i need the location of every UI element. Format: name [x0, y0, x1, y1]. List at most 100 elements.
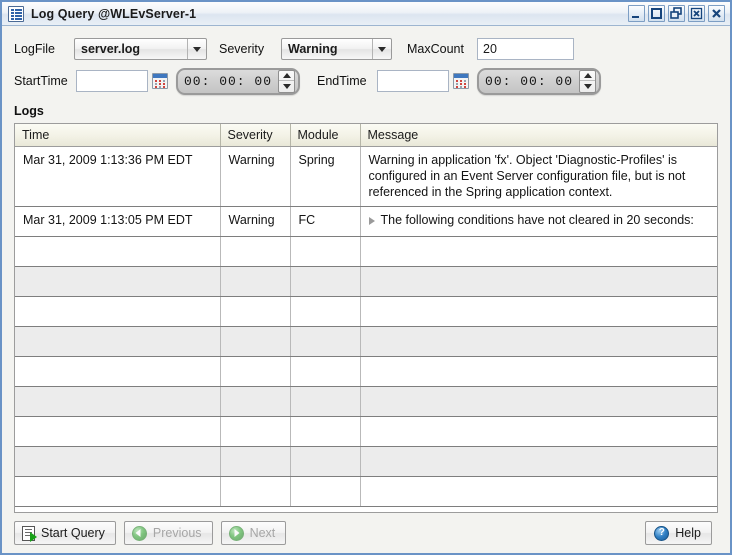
window-controls [628, 5, 725, 22]
logs-table-container: Time Severity Module Message Mar 31, 200… [14, 123, 718, 513]
cell-module: FC [290, 206, 361, 237]
cell-module: Spring [290, 146, 361, 207]
column-header-time[interactable]: Time [15, 124, 221, 147]
help-button[interactable]: ? Help [645, 521, 712, 545]
endtime-spinner[interactable]: 00: 00: 00 [477, 67, 602, 95]
cell-empty [290, 416, 361, 447]
cell-empty [220, 386, 291, 417]
maxcount-input[interactable] [477, 38, 574, 60]
cell-empty [360, 476, 717, 507]
table-row-empty[interactable] [15, 356, 717, 387]
endtime-calendar-icon[interactable] [453, 73, 470, 89]
chevron-down-icon [187, 39, 206, 59]
cell-time: Mar 31, 2009 1:13:05 PM EDT [15, 206, 221, 237]
log-query-window: Log Query @WLEvServer-1 LogFile server.l… [0, 0, 732, 555]
table-row-empty[interactable] [15, 416, 717, 447]
window-title: Log Query @WLEvServer-1 [31, 6, 197, 21]
cell-empty [360, 446, 717, 477]
close-window-button[interactable] [688, 5, 705, 22]
starttime-label: StartTime [14, 74, 68, 88]
logs-table: Time Severity Module Message Mar 31, 200… [15, 124, 717, 507]
table-row-empty[interactable] [15, 446, 717, 477]
minimize-button[interactable] [628, 5, 645, 22]
severity-select[interactable]: Warning [281, 38, 392, 60]
table-row-empty[interactable] [15, 476, 717, 507]
cell-empty [360, 266, 717, 297]
cell-empty [220, 266, 291, 297]
table-row-empty[interactable] [15, 326, 717, 357]
query-form: LogFile server.log Severity Warning MaxC… [2, 26, 730, 98]
cell-empty [290, 296, 361, 327]
cell-empty [360, 356, 717, 387]
cell-empty [290, 326, 361, 357]
cell-empty [15, 386, 221, 417]
previous-button[interactable]: Previous [123, 521, 213, 545]
cell-empty [290, 356, 361, 387]
table-row-empty[interactable] [15, 236, 717, 267]
starttime-calendar-icon[interactable] [152, 73, 168, 89]
spinner-up-icon[interactable] [279, 71, 295, 81]
maximize-button[interactable] [648, 5, 665, 22]
cell-empty [290, 386, 361, 417]
cell-empty [360, 416, 717, 447]
table-row-empty[interactable] [15, 266, 717, 297]
table-row[interactable]: Mar 31, 2009 1:13:36 PM EDT Warning Spri… [15, 146, 717, 207]
spinner-up-icon[interactable] [580, 71, 596, 81]
next-button[interactable]: Next [220, 521, 287, 545]
window-titlebar: Log Query @WLEvServer-1 [2, 2, 730, 26]
starttime-input[interactable] [76, 70, 148, 92]
severity-value: Warning [288, 42, 338, 56]
severity-label: Severity [219, 42, 265, 56]
logfile-label: LogFile [14, 42, 55, 56]
endtime-spinner-arrows[interactable] [579, 69, 597, 93]
bottom-toolbar: Start Query Previous Next ? Help [2, 513, 730, 553]
chevron-down-icon [372, 39, 391, 59]
cell-empty [290, 236, 361, 267]
starttime-spinner-arrows[interactable] [278, 69, 296, 93]
cell-empty [360, 296, 717, 327]
maxcount-label: MaxCount [407, 42, 464, 56]
spinner-down-icon[interactable] [279, 81, 294, 92]
table-row[interactable]: Mar 31, 2009 1:13:05 PM EDT Warning FC T… [15, 206, 717, 237]
endtime-input[interactable] [377, 70, 450, 92]
form-row-filters: LogFile server.log Severity Warning MaxC… [14, 34, 720, 64]
cell-empty [15, 266, 221, 297]
spinner-down-icon[interactable] [580, 81, 595, 92]
cell-empty [360, 386, 717, 417]
cell-time: Mar 31, 2009 1:13:36 PM EDT [15, 146, 221, 207]
table-row-empty[interactable] [15, 296, 717, 327]
next-label: Next [249, 526, 276, 540]
column-header-message[interactable]: Message [360, 124, 717, 147]
cell-empty [15, 476, 221, 507]
logs-section-label: Logs [14, 104, 44, 118]
starttime-spinner[interactable]: 00: 00: 00 [176, 67, 301, 95]
column-header-severity[interactable]: Severity [220, 124, 291, 147]
form-row-times: StartTime 00: 00: 00 EndTime 00: 00: 00 [14, 64, 720, 98]
cell-empty [15, 356, 221, 387]
cell-empty [15, 446, 221, 477]
cell-empty [15, 326, 221, 357]
restore-button[interactable] [668, 5, 685, 22]
column-header-module[interactable]: Module [290, 124, 361, 147]
logfile-value: server.log [81, 42, 141, 56]
arrow-left-circle-icon [131, 525, 147, 541]
help-label: Help [675, 526, 701, 540]
start-query-button[interactable]: Start Query [14, 521, 116, 545]
cell-message-text: The following conditions have not cleare… [380, 213, 694, 227]
cell-empty [220, 476, 291, 507]
cell-severity: Warning [220, 206, 291, 237]
help-circle-icon: ? [654, 525, 670, 541]
table-row-empty[interactable] [15, 386, 717, 417]
expand-triangle-icon[interactable] [368, 217, 375, 225]
cell-empty [220, 416, 291, 447]
cell-empty [220, 236, 291, 267]
cell-empty [15, 296, 221, 327]
cell-empty [220, 296, 291, 327]
logfile-select[interactable]: server.log [74, 38, 207, 60]
cell-empty [360, 236, 717, 267]
close-button[interactable] [708, 5, 725, 22]
cell-empty [220, 446, 291, 477]
run-document-icon [22, 525, 37, 542]
cell-empty [290, 446, 361, 477]
cell-empty [15, 416, 221, 447]
